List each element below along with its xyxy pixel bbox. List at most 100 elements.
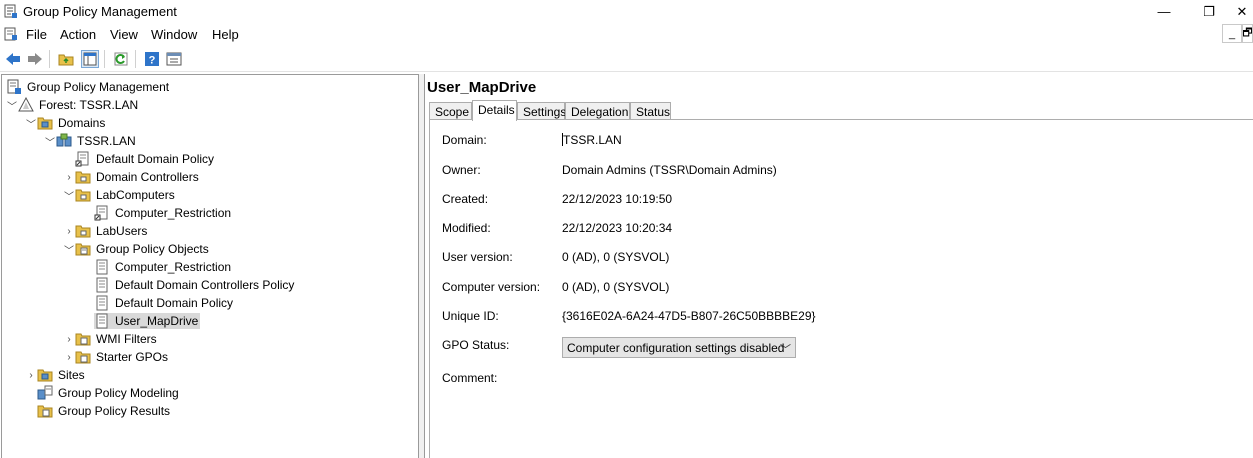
owner-label: Owner: [442, 163, 481, 177]
menu-view[interactable]: View [110, 27, 138, 42]
tree-item-wmi-filters[interactable]: › WMI Filters [63, 330, 159, 348]
properties-icon[interactable] [165, 50, 183, 68]
gpo-status-dropdown[interactable]: Computer configuration settings disabled… [562, 337, 796, 358]
tree-item-starter-gpos[interactable]: › Starter GPOs [63, 348, 170, 366]
tree-item-gpo-selected[interactable]: User_MapDrive [82, 312, 201, 330]
refresh-icon[interactable] [112, 50, 130, 68]
tree-label: WMI Filters [96, 332, 157, 346]
console-tree[interactable]: Group Policy Management ﹀ Forest: TSSR.L… [1, 74, 419, 458]
tree-label: LabComputers [96, 188, 175, 202]
tree-item-domain-tssr[interactable]: ﹀ TSSR.LAN [44, 132, 138, 150]
tab-details[interactable]: Details [472, 100, 517, 121]
tree-label: LabUsers [96, 224, 148, 238]
gpo-link-icon [75, 151, 91, 167]
gpo-icon [94, 277, 110, 293]
mdi-restore-button[interactable]: 🗗 [1242, 24, 1253, 43]
toolbar: ? [0, 46, 1253, 72]
chevron-right-icon[interactable]: › [63, 222, 75, 240]
tree-item-root[interactable]: Group Policy Management [6, 78, 171, 96]
owner-value[interactable]: Domain Admins (TSSR\Domain Admins) [562, 163, 777, 177]
modeling-icon [37, 385, 53, 401]
tree-label: Computer_Restriction [115, 260, 232, 274]
tree-item-forest[interactable]: ﹀ Forest: TSSR.LAN [6, 96, 140, 114]
tree-label: Sites [58, 368, 85, 382]
tab-status[interactable]: Status [630, 102, 671, 120]
gpmc-app-icon [4, 4, 18, 19]
chevron-down-icon[interactable]: ﹀ [44, 132, 56, 150]
tab-delegation[interactable]: Delegation [565, 102, 630, 120]
show-hide-tree-icon[interactable] [81, 50, 99, 68]
menu-bar: File Action View Window Help [0, 23, 1253, 45]
chevron-down-icon[interactable]: ﹀ [63, 186, 75, 204]
starter-gpo-folder-icon [75, 349, 91, 365]
tab-scope[interactable]: Scope [429, 102, 472, 120]
help-icon[interactable]: ? [143, 50, 161, 68]
tree-item-gpo[interactable]: Default Domain Policy [82, 294, 235, 312]
tree-item-labusers[interactable]: › LabUsers [63, 222, 149, 240]
menu-window[interactable]: Window [151, 27, 197, 42]
menu-help[interactable]: Help [212, 27, 239, 42]
chevron-right-icon[interactable]: › [63, 330, 75, 348]
close-button[interactable]: ✕ [1231, 0, 1253, 23]
up-folder-icon[interactable] [57, 50, 75, 68]
chevron-down-icon[interactable]: ﹀ [63, 240, 75, 258]
created-value[interactable]: 22/12/2023 10:19:50 [562, 192, 672, 206]
tree-label: Group Policy Modeling [58, 386, 179, 400]
gpmc-root-icon [6, 79, 22, 95]
modified-label: Modified: [442, 221, 491, 235]
gpo-icon [94, 259, 110, 275]
tab-settings[interactable]: Settings [517, 102, 566, 120]
chevron-down-icon[interactable]: ﹀ [25, 114, 37, 132]
restore-button[interactable]: ❐ [1186, 0, 1232, 23]
ou-folder-icon [75, 169, 91, 185]
tree-item-domain-controllers[interactable]: › Domain Controllers [63, 168, 201, 186]
menu-file[interactable]: File [26, 27, 47, 42]
chevron-right-icon[interactable]: › [63, 168, 75, 186]
menu-action[interactable]: Action [60, 27, 96, 42]
ou-folder-icon [75, 223, 91, 239]
tree-item-gpo[interactable]: Computer_Restriction [82, 258, 233, 276]
tree-item-results[interactable]: Group Policy Results [25, 402, 172, 420]
back-icon[interactable] [4, 50, 22, 68]
tree-item-domains[interactable]: ﹀ Domains [25, 114, 107, 132]
gpo-link-icon [94, 205, 110, 221]
forward-icon[interactable] [26, 50, 44, 68]
console-document-icon[interactable] [4, 27, 18, 41]
tree-item-labcomputers[interactable]: ﹀ LabComputers [63, 186, 177, 204]
gpo-status-selected: Computer configuration settings disabled [567, 341, 785, 355]
domains-folder-icon [37, 115, 53, 131]
tree-label: Default Domain Controllers Policy [115, 278, 295, 292]
domain-value[interactable]: TSSR.LAN [562, 133, 622, 147]
chevron-down-icon: ﹀ [780, 344, 791, 356]
minimize-button[interactable]: — [1141, 0, 1187, 23]
tree-label: Default Domain Policy [115, 296, 234, 310]
unique-id-value[interactable]: {3616E02A-6A24-47D5-B807-26C50BBBBE29} [562, 309, 816, 323]
tree-item-default-domain-policy-link[interactable]: Default Domain Policy [63, 150, 216, 168]
domain-icon [56, 133, 72, 149]
user-version-value[interactable]: 0 (AD), 0 (SYSVOL) [562, 250, 669, 264]
chevron-down-icon[interactable]: ﹀ [6, 96, 18, 114]
tree-label: TSSR.LAN [77, 134, 136, 148]
modified-value[interactable]: 22/12/2023 10:20:34 [562, 221, 672, 235]
gpo-title: User_MapDrive [427, 79, 537, 96]
gpo-icon [94, 295, 110, 311]
chevron-right-icon[interactable]: › [63, 348, 75, 366]
gpo-container-icon [75, 241, 91, 257]
tree-item-group-policy-objects[interactable]: ﹀ Group Policy Objects [63, 240, 211, 258]
chevron-right-icon[interactable]: › [25, 366, 37, 384]
mdi-minimize-button[interactable]: _ [1222, 24, 1242, 43]
computer-version-value[interactable]: 0 (AD), 0 (SYSVOL) [562, 280, 669, 294]
tree-item-computer-restriction-link[interactable]: Computer_Restriction [82, 204, 233, 222]
tree-label: Group Policy Management [27, 80, 170, 94]
details-tab-content: Domain: TSSR.LAN Owner: Domain Admins (T… [429, 119, 1253, 458]
tree-label: Starter GPOs [96, 350, 169, 364]
tree-item-sites[interactable]: › Sites [25, 366, 87, 384]
tree-item-modeling[interactable]: Group Policy Modeling [25, 384, 181, 402]
tree-item-gpo[interactable]: Default Domain Controllers Policy [82, 276, 296, 294]
tree-label: Group Policy Objects [96, 242, 209, 256]
tree-label: Domains [58, 116, 106, 130]
tree-label: Group Policy Results [58, 404, 171, 418]
tree-label: User_MapDrive [113, 313, 201, 329]
computer-version-label: Computer version: [442, 280, 541, 294]
toolbar-separator [104, 50, 105, 68]
